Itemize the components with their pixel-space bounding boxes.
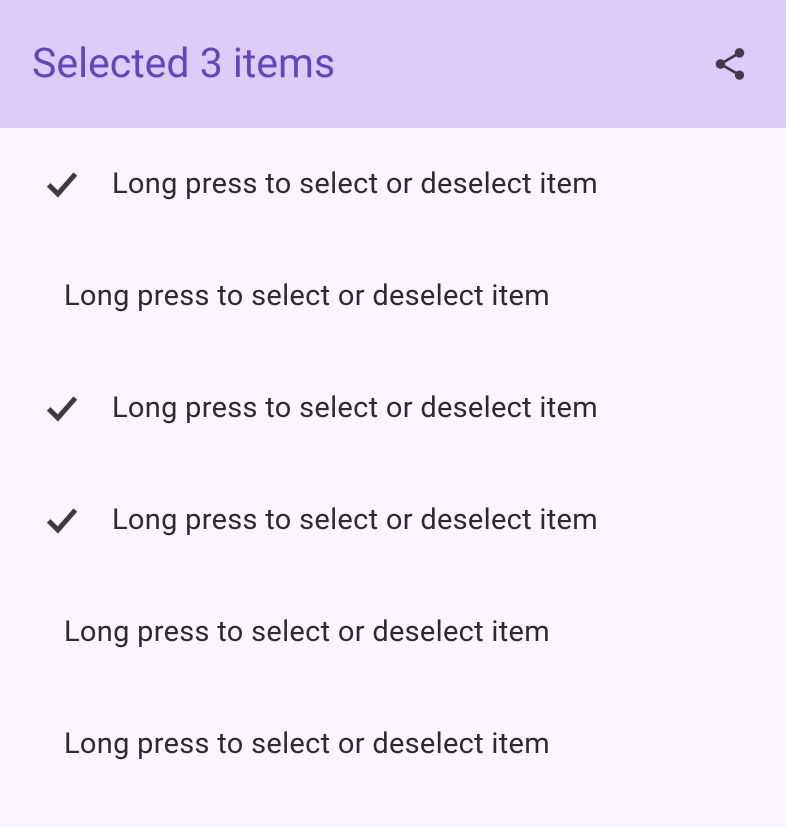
- list-item-label: Long press to select or deselect item: [64, 279, 550, 313]
- check-icon: [40, 498, 84, 542]
- share-button[interactable]: [706, 40, 754, 88]
- list-item[interactable]: Long press to select or deselect item: [0, 688, 786, 800]
- list-item[interactable]: Long press to select or deselect item: [0, 352, 786, 464]
- list-item[interactable]: Long press to select or deselect item: [0, 576, 786, 688]
- selection-header: Selected 3 items: [0, 0, 786, 128]
- share-icon: [711, 45, 749, 83]
- selection-title: Selected 3 items: [32, 40, 335, 88]
- check-icon: [40, 386, 84, 430]
- list-item-label: Long press to select or deselect item: [112, 503, 598, 537]
- list-item-label: Long press to select or deselect item: [112, 167, 598, 201]
- list-item[interactable]: Long press to select or deselect item: [0, 464, 786, 576]
- item-list: Long press to select or deselect item Lon…: [0, 128, 786, 800]
- list-item[interactable]: Long press to select or deselect item: [0, 128, 786, 240]
- list-item-label: Long press to select or deselect item: [64, 727, 550, 761]
- list-item-label: Long press to select or deselect item: [112, 391, 598, 425]
- check-icon: [40, 162, 84, 206]
- list-item[interactable]: Long press to select or deselect item: [0, 240, 786, 352]
- list-item-label: Long press to select or deselect item: [64, 615, 550, 649]
